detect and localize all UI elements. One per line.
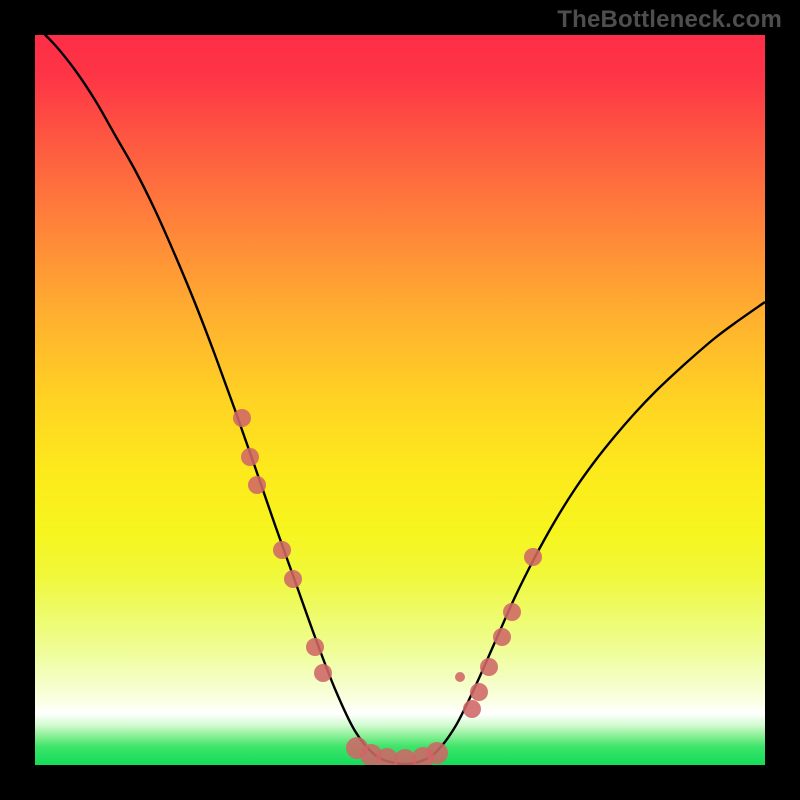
data-marker	[273, 541, 291, 559]
data-marker	[470, 683, 488, 701]
data-marker	[493, 628, 511, 646]
data-marker	[284, 570, 302, 588]
data-marker	[503, 603, 521, 621]
data-marker	[480, 658, 498, 676]
data-marker	[455, 672, 465, 682]
plot-area	[35, 35, 765, 765]
data-marker	[306, 638, 324, 656]
data-marker	[314, 664, 332, 682]
data-marker	[426, 742, 448, 764]
watermark-text: TheBottleneck.com	[557, 6, 782, 34]
data-marker	[463, 700, 481, 718]
data-marker	[248, 476, 266, 494]
data-marker	[524, 548, 542, 566]
chart-svg	[35, 35, 765, 765]
marker-group	[233, 409, 542, 765]
data-marker	[241, 448, 259, 466]
data-marker	[233, 409, 251, 427]
bottleneck-curve	[35, 35, 765, 764]
